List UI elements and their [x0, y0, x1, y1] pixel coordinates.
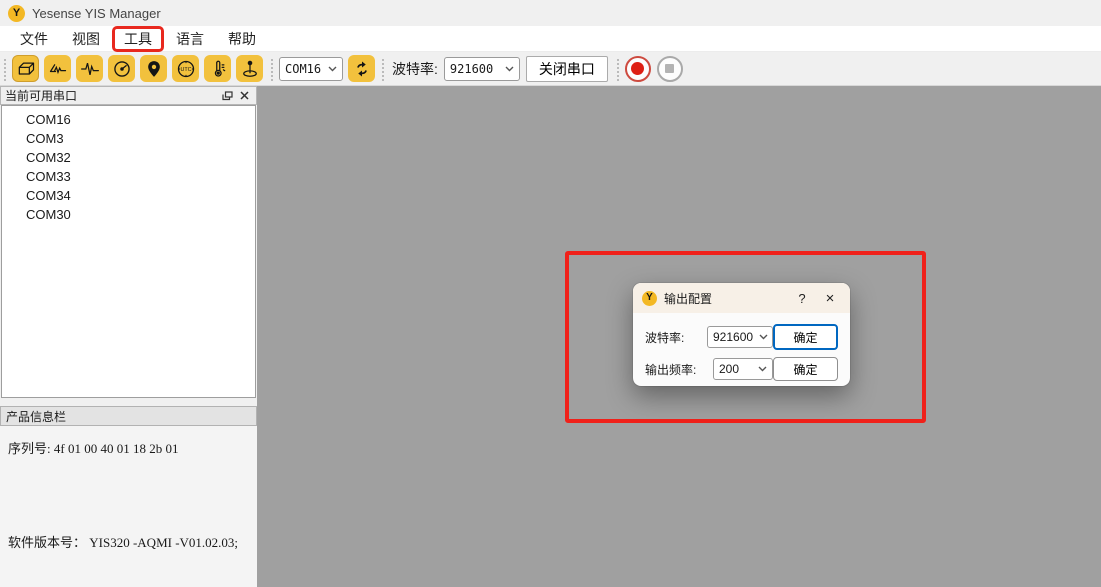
product-info-title: 产品信息栏: [6, 408, 66, 425]
float-panel-icon[interactable]: [219, 88, 236, 103]
serial-port-item[interactable]: COM3: [2, 129, 255, 148]
serial-port-list: COM16COM3COM32COM33COM34COM30: [1, 105, 256, 398]
gauge-icon[interactable]: [108, 55, 135, 82]
port-select[interactable]: COM16: [279, 57, 343, 81]
baud-confirm-button[interactable]: 确定: [773, 324, 838, 350]
serial-port-dock: 当前可用串口 COM16COM3COM32COM33COM34COM30 产品信…: [0, 86, 257, 587]
pulse-waveform-icon[interactable]: [76, 55, 103, 82]
close-serial-port-button[interactable]: 关闭串口: [526, 56, 608, 82]
toolbar-grip[interactable]: [3, 57, 8, 81]
software-version-row: 软件版本号： YIS320 -AQMI -V01.02.03;: [8, 532, 238, 551]
menu-language[interactable]: 语言: [164, 26, 216, 52]
baud-rate-value: 921600: [450, 62, 493, 76]
serial-port-item[interactable]: COM33: [2, 167, 255, 186]
utc-clock-icon[interactable]: UTC: [172, 55, 199, 82]
toolbar-grip[interactable]: [616, 57, 621, 81]
dialog-close-button[interactable]: ×: [819, 290, 841, 307]
dock-header: 当前可用串口: [0, 86, 257, 105]
app-logo-icon: Y: [8, 5, 25, 22]
menu-help[interactable]: 帮助: [216, 26, 268, 52]
output-rate-confirm-button[interactable]: 确定: [773, 357, 838, 381]
serial-number-row: 序列号: 4f 01 00 40 01 18 2b 01: [8, 438, 178, 457]
baud-rate-label: 波特率:: [392, 59, 438, 79]
output-config-dialog: Y 输出配置 ? × 波特率: 921600 确定 输出频率: 200: [633, 283, 850, 386]
chevron-down-icon: [328, 66, 337, 72]
serial-port-item[interactable]: COM34: [2, 186, 255, 205]
menu-bar: 文件 视图 工具 语言 帮助: [0, 26, 1101, 52]
title-bar: Y Yesense YIS Manager: [0, 0, 1101, 26]
dialog-title: 输出配置: [664, 290, 712, 307]
svg-text:UTC: UTC: [180, 67, 191, 73]
dialog-output-rate-value: 200: [719, 362, 739, 376]
product-info-panel: 序列号: 4f 01 00 40 01 18 2b 01 软件版本号： YIS3…: [0, 426, 257, 587]
serial-port-item[interactable]: COM32: [2, 148, 255, 167]
cube-3d-icon[interactable]: [12, 55, 39, 82]
serial-number-label: 序列号:: [8, 441, 51, 456]
dock-title: 当前可用串口: [5, 87, 77, 104]
serial-port-item[interactable]: COM16: [2, 110, 255, 129]
dialog-output-rate-label: 输出频率:: [645, 361, 707, 378]
stop-icon: [665, 64, 674, 73]
window-title: Yesense YIS Manager: [32, 6, 161, 21]
record-button[interactable]: [625, 56, 651, 82]
software-version-label: 软件版本号：: [8, 535, 86, 550]
port-select-value: COM16: [285, 62, 321, 76]
baud-rate-row: 波特率: 921600 确定: [645, 324, 838, 350]
toolbar-grip[interactable]: [381, 57, 386, 81]
software-version-value: YIS320 -AQMI -V01.02.03;: [89, 535, 238, 550]
dialog-baud-value: 921600: [713, 330, 753, 344]
product-info-header: 产品信息栏: [0, 406, 257, 426]
dialog-help-button[interactable]: ?: [792, 291, 812, 306]
stop-button[interactable]: [657, 56, 683, 82]
pin-base-icon[interactable]: [236, 55, 263, 82]
menu-view[interactable]: 视图: [60, 26, 112, 52]
chevron-down-icon: [758, 366, 767, 372]
dialog-baud-select[interactable]: 921600: [707, 326, 773, 348]
workspace: Y 输出配置 ? × 波特率: 921600 确定 输出频率: 200: [257, 86, 1101, 587]
baud-rate-select[interactable]: 921600: [444, 57, 520, 81]
dialog-body: 波特率: 921600 确定 输出频率: 200 确定: [633, 313, 850, 381]
menu-file[interactable]: 文件: [8, 26, 60, 52]
toolbar-grip[interactable]: [270, 57, 275, 81]
dialog-logo-icon: Y: [642, 291, 657, 306]
chevron-down-icon: [759, 334, 768, 340]
toolbar: UTC COM16 波特率: 921600 关闭串口: [0, 52, 1101, 86]
record-icon: [631, 62, 644, 75]
close-panel-icon[interactable]: [236, 88, 253, 103]
menu-tools[interactable]: 工具: [115, 30, 161, 48]
dialog-output-rate-select[interactable]: 200: [713, 358, 773, 380]
output-rate-row: 输出频率: 200 确定: [645, 357, 838, 381]
thermometer-icon[interactable]: [204, 55, 231, 82]
annotation-menu-highlight: 工具: [112, 26, 164, 52]
serial-port-item[interactable]: COM30: [2, 205, 255, 224]
dialog-title-bar[interactable]: Y 输出配置 ? ×: [633, 283, 850, 313]
dialog-baud-label: 波特率:: [645, 329, 707, 346]
chevron-down-icon: [505, 66, 514, 72]
serial-number-value: 4f 01 00 40 01 18 2b 01: [54, 441, 179, 456]
location-pin-icon[interactable]: [140, 55, 167, 82]
refresh-button[interactable]: [348, 55, 375, 82]
angle-waveform-icon[interactable]: [44, 55, 71, 82]
